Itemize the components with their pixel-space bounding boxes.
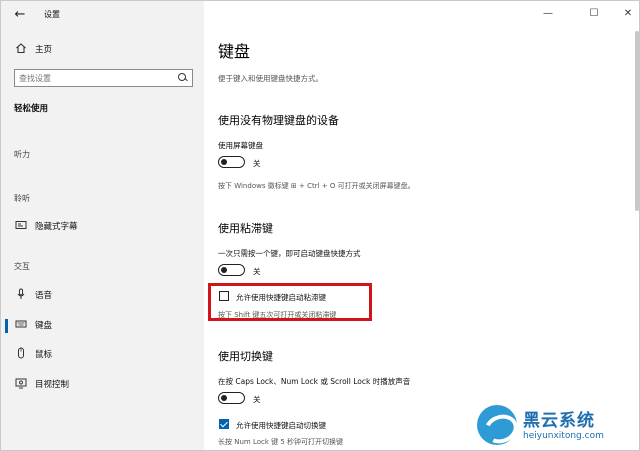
group-heading-hearing: 聆听: [14, 194, 30, 203]
app-title: 设置: [44, 10, 60, 19]
keyboard-icon: [14, 318, 28, 332]
page-title: 键盘: [218, 42, 251, 61]
sidebar-item-label: 隐藏式字幕: [35, 222, 78, 232]
section-title-sticky-keys: 使用粘滞键: [218, 222, 273, 235]
mouse-icon: [14, 347, 28, 361]
sidebar-item-label: 目视控制: [35, 380, 70, 390]
toggle-knob: [221, 266, 227, 273]
toggle-knob: [221, 158, 227, 165]
search-input[interactable]: [19, 72, 169, 84]
captions-icon: [14, 219, 28, 233]
microphone-icon: [14, 288, 28, 302]
sidebar-item-label: 语音: [35, 291, 53, 301]
toggle-knob: [221, 394, 227, 401]
section-title-on-screen-keyboard: 使用没有物理键盘的设备: [218, 114, 339, 127]
sticky-keys-label: 一次只需按一个键，即可启动键盘快捷方式: [218, 249, 361, 258]
sidebar-item-label: 主页: [35, 45, 53, 55]
on-screen-keyboard-label: 使用屏幕键盘: [218, 141, 263, 150]
watermark: 黑云系统 heiyunxitong.com: [477, 403, 637, 449]
on-screen-keyboard-hint: 按下 Windows 徽标键 ⊞ + Ctrl + O 可打开或关闭屏幕键盘。: [218, 182, 415, 190]
close-icon[interactable]: ✕: [614, 5, 639, 23]
toggle-state-label: 关: [253, 395, 261, 404]
sidebar-item-speech[interactable]: 语音: [1, 284, 204, 306]
toggle-keys-shortcut-label: 允许使用快捷键启动切换键: [236, 421, 326, 430]
toggle-keys-shortcut-checkbox[interactable]: [219, 419, 229, 429]
search-field[interactable]: [14, 69, 193, 87]
group-heading-vision: 听力: [14, 150, 30, 159]
toggle-keys-hint: 长按 Num Lock 键 5 秒钟可打开切换键: [218, 438, 344, 446]
highlight-box: [208, 283, 372, 321]
settings-window: ← 设置 主页 轻松使用 听力 聆听 隐藏式字幕 交互 语音: [0, 0, 640, 451]
search-icon: [177, 72, 187, 84]
toggle-keys-label: 在按 Caps Lock、Num Lock 或 Scroll Lock 时播放声…: [218, 377, 411, 386]
sidebar: ← 设置 主页 轻松使用 听力 聆听 隐藏式字幕 交互 语音: [1, 1, 204, 450]
sidebar-item-label: 鼠标: [35, 350, 53, 360]
home-icon: [14, 42, 28, 56]
toggle-state-label: 关: [253, 267, 261, 276]
toggle-state-label: 关: [253, 159, 261, 168]
toggle-keys-toggle[interactable]: [218, 392, 245, 404]
back-arrow-icon[interactable]: ←: [10, 6, 30, 24]
main-content: — ☐ ✕ 键盘 便于键入和使用键盘快捷方式。 使用没有物理键盘的设备 使用屏幕…: [204, 1, 639, 450]
sidebar-item-mouse[interactable]: 鼠标: [1, 343, 204, 365]
watermark-logo-icon: [477, 405, 517, 445]
sidebar-item-captions[interactable]: 隐藏式字幕: [1, 215, 204, 237]
minimize-icon[interactable]: —: [534, 5, 562, 23]
eye-control-icon: [14, 377, 28, 391]
titlebar: ← 设置: [1, 1, 204, 29]
maximize-icon[interactable]: ☐: [580, 5, 608, 23]
watermark-subtitle: heiyunxitong.com: [523, 431, 604, 441]
section-title-toggle-keys: 使用切换键: [218, 350, 273, 363]
page-description: 便于键入和使用键盘快捷方式。: [218, 74, 323, 83]
group-heading-interaction: 交互: [14, 262, 30, 271]
sidebar-item-home[interactable]: 主页: [1, 38, 204, 60]
sidebar-item-label: 键盘: [35, 321, 53, 331]
sidebar-item-keyboard[interactable]: 键盘: [1, 314, 204, 336]
sidebar-item-eye-control[interactable]: 目视控制: [1, 373, 204, 395]
sticky-keys-toggle[interactable]: [218, 264, 245, 276]
scrollbar[interactable]: [635, 31, 639, 211]
category-title: 轻松使用: [14, 104, 49, 114]
on-screen-keyboard-toggle[interactable]: [218, 156, 245, 168]
watermark-title: 黑云系统: [523, 411, 595, 431]
